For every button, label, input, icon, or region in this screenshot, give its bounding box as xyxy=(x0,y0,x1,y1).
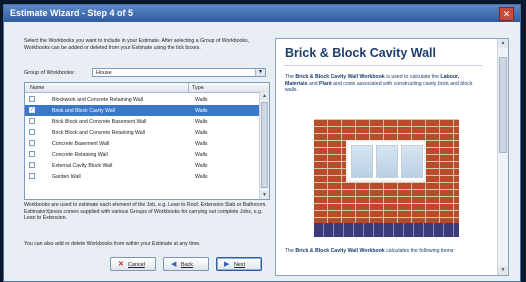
block-course-illustration xyxy=(314,223,459,237)
list-scrollbar[interactable]: ▲ ▼ xyxy=(259,92,269,199)
workbook-list: Name Type Blockwork and Concrete Retaini… xyxy=(24,82,270,200)
workbook-type: Walls xyxy=(195,130,208,136)
workbook-name: Brick Block and Concrete Basement Wall xyxy=(52,119,147,125)
workbook-type: Walls xyxy=(195,97,208,103)
workbook-row[interactable]: Concrete Basement Wall Walls xyxy=(25,138,259,149)
workbook-name: Blockwork and Concrete Retaining Wall xyxy=(52,97,143,103)
scroll-thumb[interactable] xyxy=(499,57,507,153)
workbook-type: Walls xyxy=(195,141,208,147)
workbook-type: Walls xyxy=(195,152,208,158)
back-label: Back xyxy=(181,262,193,268)
workbook-name: Concrete Retaining Wall xyxy=(52,152,108,158)
list-header: Name Type xyxy=(25,83,269,93)
workbook-row[interactable]: ✓ Brick and Block Cavity Wall Walls xyxy=(25,105,259,116)
next-arrow-icon: ▶ xyxy=(224,261,230,268)
workbook-checkbox[interactable] xyxy=(29,173,35,179)
window-pane xyxy=(401,145,423,178)
preview-description: The Brick & Block Cavity Wall Workbook i… xyxy=(285,74,473,94)
workbook-row[interactable]: External Cavity Block Wall Walls xyxy=(25,160,259,171)
workbook-row[interactable]: Blockwork and Concrete Retaining Wall Wa… xyxy=(25,94,259,105)
group-select-value: House xyxy=(96,70,112,76)
workbook-type: Walls xyxy=(195,108,208,114)
workbook-checkbox[interactable] xyxy=(29,129,35,135)
workbook-name: Garden Wall xyxy=(52,174,81,180)
instructions-text: Select the Workbooks you want to include… xyxy=(24,38,249,51)
next-button[interactable]: ▶ Next xyxy=(216,257,262,271)
workbook-row[interactable]: Garden Wall Walls xyxy=(25,171,259,182)
workbook-type: Walls xyxy=(195,174,208,180)
workbook-row[interactable]: Concrete Retaining Wall Walls xyxy=(25,149,259,160)
workbook-row[interactable]: Brick Block and Concrete Basement Wall W… xyxy=(25,116,259,127)
workbook-checkbox[interactable]: ✓ xyxy=(29,107,35,113)
workbook-checkbox[interactable] xyxy=(29,151,35,157)
workbook-checkbox[interactable] xyxy=(29,140,35,146)
window-illustration xyxy=(346,140,426,182)
preview-divider xyxy=(284,65,482,66)
scroll-thumb[interactable] xyxy=(261,102,268,188)
title-bar[interactable]: Estimate Wizard - Step 4 of 5 ✕ xyxy=(4,5,520,22)
preview-scrollbar[interactable]: ▲ ▼ xyxy=(497,39,508,275)
group-label: Group of Workbooks: xyxy=(24,70,75,76)
back-button[interactable]: ◀ Back xyxy=(163,257,209,271)
workbooks-edit-note: You can also add or delete Workbooks fro… xyxy=(24,241,201,247)
workbook-checkbox[interactable] xyxy=(29,118,35,124)
window-pane xyxy=(351,145,373,178)
workbook-name: Brick and Block Cavity Wall xyxy=(52,108,115,114)
window-pane xyxy=(376,145,398,178)
column-header-type[interactable]: Type xyxy=(192,85,204,91)
workbook-name: External Cavity Block Wall xyxy=(52,163,113,169)
preview-title: Brick & Block Cavity Wall xyxy=(285,46,436,60)
scroll-up-icon[interactable]: ▲ xyxy=(498,39,508,48)
cancel-x-icon: ✕ xyxy=(118,261,124,268)
window-title: Estimate Wizard - Step 4 of 5 xyxy=(10,8,133,18)
workbook-name: Concrete Basement Wall xyxy=(52,141,110,147)
workbook-type: Walls xyxy=(195,163,208,169)
preview-footer-text: The Brick & Block Cavity Wall Workbook c… xyxy=(285,248,455,254)
chevron-down-icon[interactable]: ▼ xyxy=(255,69,265,76)
workbook-checkbox[interactable] xyxy=(29,162,35,168)
scroll-down-icon[interactable]: ▼ xyxy=(260,191,269,199)
scroll-up-icon[interactable]: ▲ xyxy=(260,92,269,100)
cancel-button[interactable]: ✕ Cancel xyxy=(110,257,156,271)
workbook-checkbox[interactable] xyxy=(29,96,35,102)
column-header-name[interactable]: Name xyxy=(30,85,44,91)
scroll-down-icon[interactable]: ▼ xyxy=(498,266,508,275)
close-icon[interactable]: ✕ xyxy=(499,7,514,21)
workbook-type: Walls xyxy=(195,119,208,125)
cancel-label: Cancel xyxy=(128,262,145,268)
workbooks-info-text: Workbooks are used to estimate each elem… xyxy=(24,202,267,222)
group-of-workbooks-select[interactable]: House ▼ xyxy=(92,68,266,77)
next-label: Next xyxy=(234,262,246,268)
workbook-row[interactable]: Brick Block and Concrete Retaining Wall … xyxy=(25,127,259,138)
workbook-preview-panel: Brick & Block Cavity Wall The Brick & Bl… xyxy=(275,38,509,276)
workbook-name: Brick Block and Concrete Retaining Wall xyxy=(52,130,145,136)
column-divider[interactable] xyxy=(188,83,189,92)
back-arrow-icon: ◀ xyxy=(171,261,177,268)
